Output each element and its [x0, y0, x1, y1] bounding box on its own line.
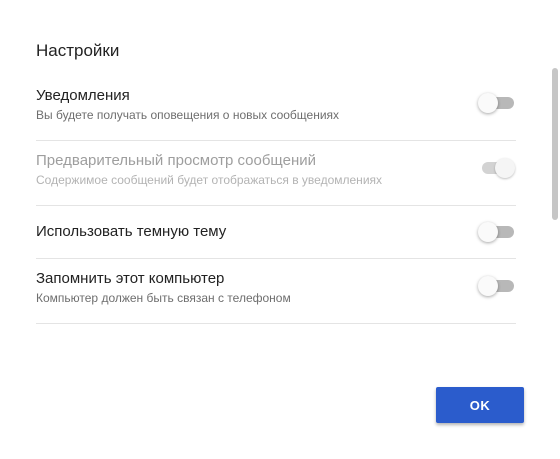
setting-label: Предварительный просмотр сообщений — [36, 152, 316, 169]
setting-description: Компьютер должен быть связан с телефоном — [36, 291, 291, 305]
message-preview-toggle[interactable] — [478, 157, 516, 179]
setting-description: Содержимое сообщений будет отображаться … — [36, 173, 383, 187]
setting-label: Использовать темную тему — [36, 223, 227, 240]
setting-row-remember-computer: Запомнить этот компьютер Компьютер долже… — [36, 259, 516, 324]
toggle-knob — [495, 158, 515, 178]
settings-dialog: Настройки Уведомления Вы будете получать… — [0, 0, 560, 459]
setting-label: Уведомления — [36, 87, 130, 104]
setting-description: Вы будете получать оповещения о новых со… — [36, 108, 340, 122]
toggle-knob — [478, 93, 498, 113]
settings-list: Уведомления Вы будете получать оповещени… — [36, 76, 516, 324]
remember-computer-toggle[interactable] — [478, 275, 516, 297]
notifications-toggle[interactable] — [478, 92, 516, 114]
dialog-title: Настройки — [36, 41, 120, 60]
toggle-knob — [478, 276, 498, 296]
setting-label: Запомнить этот компьютер — [36, 270, 225, 287]
setting-row-message-preview: Предварительный просмотр сообщений Содер… — [36, 141, 516, 206]
ok-button[interactable]: OK — [436, 387, 524, 423]
scrollbar[interactable] — [549, 0, 560, 459]
dark-theme-toggle[interactable] — [478, 221, 516, 243]
toggle-knob — [478, 222, 498, 242]
setting-row-dark-theme: Использовать темную тему — [36, 206, 516, 259]
setting-row-notifications: Уведомления Вы будете получать оповещени… — [36, 76, 516, 141]
scrollbar-thumb[interactable] — [552, 68, 558, 220]
